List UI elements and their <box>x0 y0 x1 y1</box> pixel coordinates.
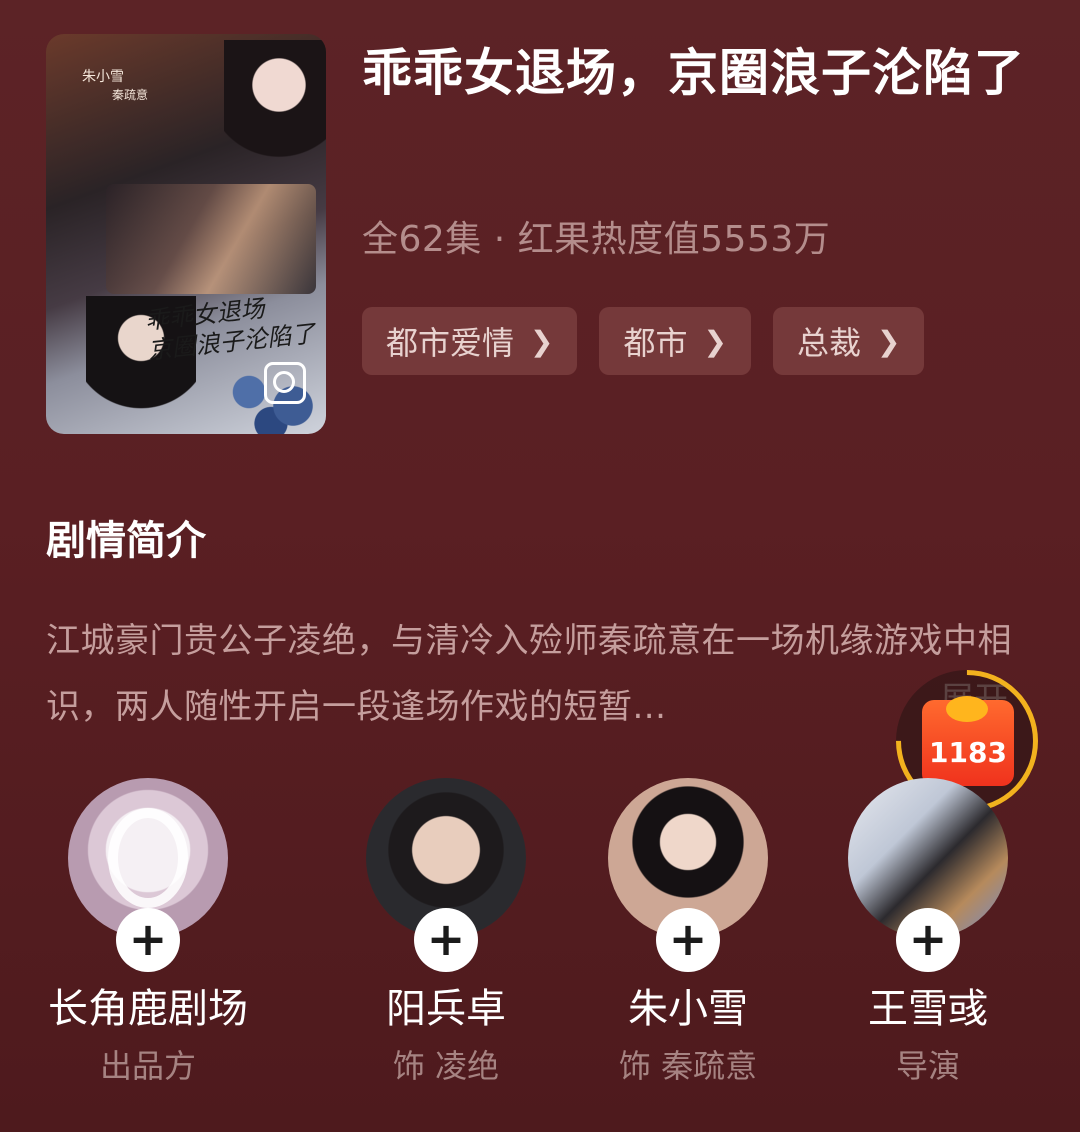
tag-label: 都市 <box>623 324 688 362</box>
crew-member-actress[interactable]: + 朱小雪 饰 秦疏意 <box>578 778 798 1086</box>
crew-name: 王雪彧 <box>868 986 988 1032</box>
follow-plus-icon[interactable]: + <box>896 908 960 972</box>
crew-member-actor[interactable]: + 阳兵卓 饰 凌绝 <box>336 778 556 1086</box>
deer-logo-icon <box>108 808 188 908</box>
chevron-right-icon: ❯ <box>530 324 554 358</box>
tag-list: 都市爱情 ❯ 都市 ❯ 总裁 ❯ <box>362 307 925 375</box>
crew-role: 导演 <box>895 1047 960 1085</box>
crew-name: 长角鹿剧场 <box>48 986 248 1032</box>
poster-cast-note: 朱小雪 秦疏意 <box>82 69 149 102</box>
drama-meta: 全62集 · 红果热度值5553万 <box>362 219 831 260</box>
synopsis-text: 江城豪门贵公子凌绝，与清冷入殓师秦疏意在一场机缘游戏中相识，两人随性开启一段逢场… <box>46 621 1012 727</box>
chevron-right-icon: ❯ <box>703 324 727 358</box>
drama-poster[interactable]: 朱小雪 秦疏意 乖乖女退场 京圈浪子沦陷了 <box>46 34 326 434</box>
reward-count: 1183 <box>929 736 1007 769</box>
follow-plus-icon[interactable]: + <box>116 908 180 972</box>
follow-plus-icon[interactable]: + <box>414 908 478 972</box>
poster-couple-scene <box>106 184 316 294</box>
crew-member-director[interactable]: + 王雪彧 导演 <box>818 778 1038 1086</box>
crew-name: 朱小雪 <box>628 986 748 1032</box>
crew-role: 出品方 <box>99 1047 196 1085</box>
synopsis-heading: 剧情简介 <box>46 518 206 564</box>
red-packet-icon: 1183 <box>922 696 1014 786</box>
drama-title: 乖乖女退场，京圈浪子沦陷了 <box>362 44 1025 102</box>
tag-label: 总裁 <box>796 324 861 362</box>
gallery-icon[interactable] <box>264 362 306 404</box>
poster-actress <box>224 40 326 190</box>
tag-label: 都市爱情 <box>386 324 515 362</box>
crew-member-studio[interactable]: + 长角鹿剧场 出品方 <box>38 778 258 1086</box>
crew-role: 饰 秦疏意 <box>618 1047 758 1085</box>
chevron-right-icon: ❯ <box>876 324 901 358</box>
tag-urban[interactable]: 都市 ❯ <box>599 307 751 375</box>
crew-role: 饰 凌绝 <box>392 1047 500 1085</box>
tag-ceo[interactable]: 总裁 ❯ <box>772 307 925 375</box>
crew-name: 阳兵卓 <box>386 986 506 1032</box>
follow-plus-icon[interactable]: + <box>656 908 720 972</box>
tag-urban-romance[interactable]: 都市爱情 ❯ <box>362 307 578 375</box>
